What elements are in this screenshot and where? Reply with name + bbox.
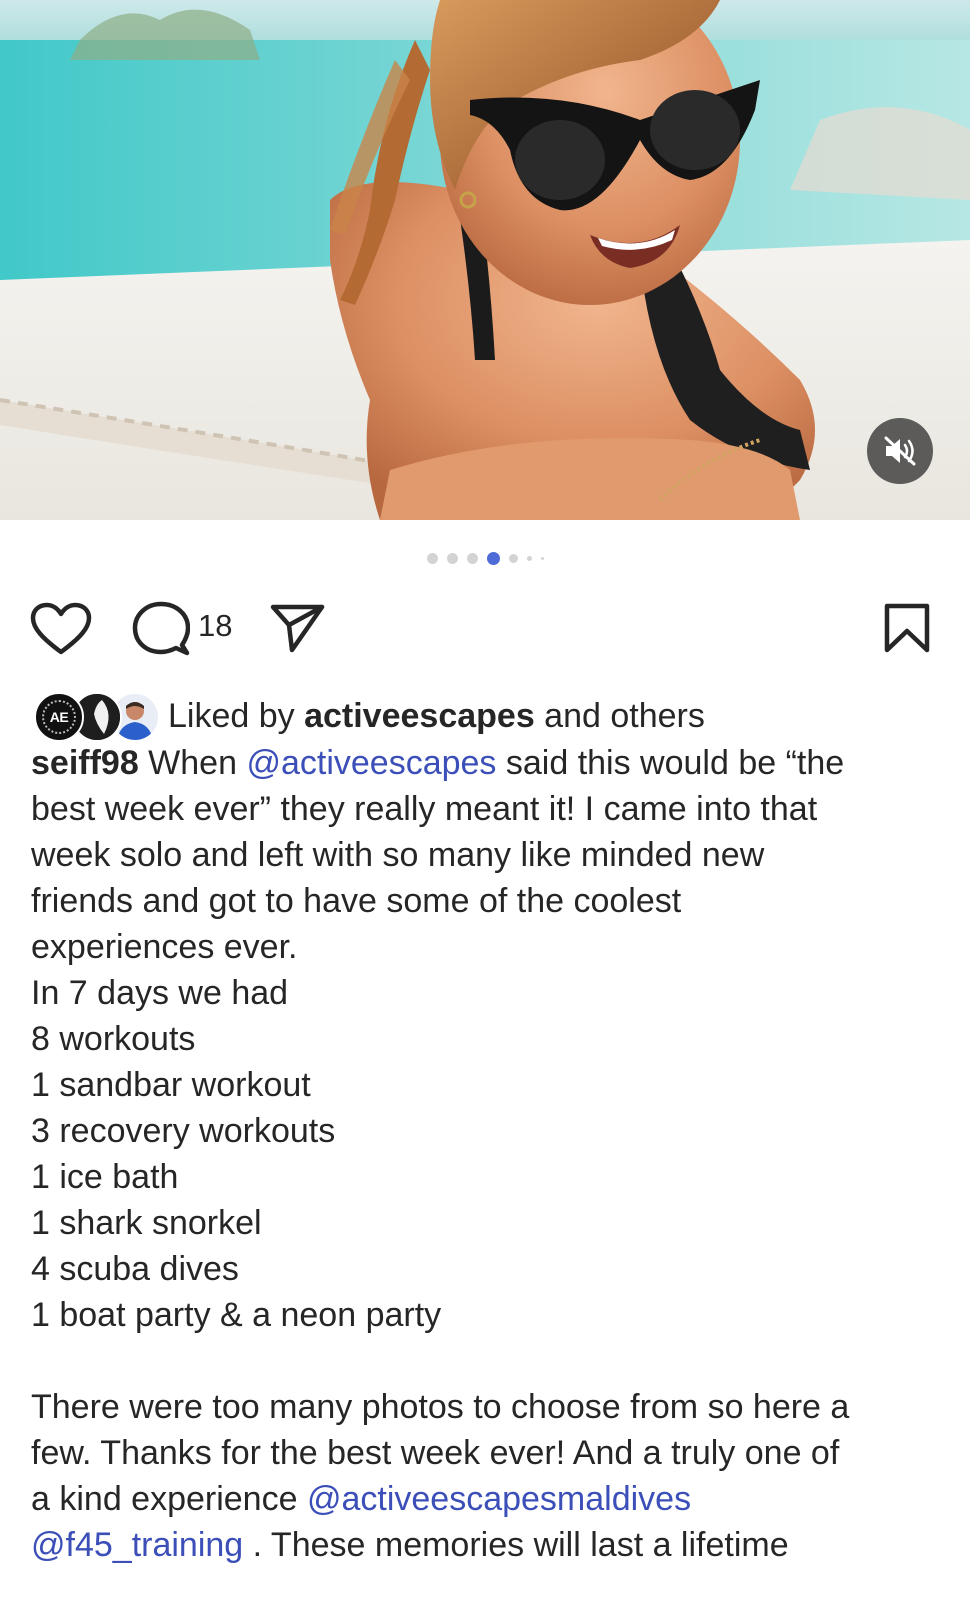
- avatar-initials: AE: [49, 709, 69, 725]
- carousel-dot: [466, 552, 478, 564]
- avatar-logo: AE: [42, 700, 76, 734]
- comment-count: 18: [198, 608, 233, 643]
- liker-avatars: AE: [34, 692, 160, 742]
- post-media[interactable]: [0, 0, 970, 520]
- comment-button[interactable]: 18: [132, 601, 232, 657]
- liked-by-suffix: and others: [534, 696, 705, 735]
- liked-by-prefix: Liked by: [168, 696, 305, 735]
- carousel-dot: [526, 555, 532, 561]
- post-caption: seiff98 When @activeescapes said this wo…: [31, 740, 946, 1568]
- heart-icon: [30, 602, 92, 655]
- caption-line: week solo and left with so many like min…: [31, 836, 765, 874]
- caption-line: There were too many photos to choose fro…: [31, 1388, 850, 1426]
- caption-line: friends and got to have some of the cool…: [31, 882, 682, 920]
- caption-line: In 7 days we had: [31, 974, 289, 1012]
- carousel-dot-active: [486, 551, 500, 565]
- comment-bubble-icon: [132, 601, 190, 656]
- mute-button[interactable]: [867, 418, 933, 484]
- caption-text: When: [138, 744, 247, 782]
- caption-text: . These memories will last a lifetime: [243, 1526, 789, 1564]
- speaker-muted-icon: [884, 436, 916, 466]
- post-action-bar: 18: [0, 595, 970, 665]
- caption-line: 1 sandbar workout: [31, 1066, 311, 1104]
- send-icon: [270, 604, 325, 653]
- caption-line: 1 shark snorkel: [31, 1204, 262, 1242]
- caption-line: 4 scuba dives: [31, 1250, 239, 1288]
- caption-line: 3 recovery workouts: [31, 1112, 336, 1150]
- mention-link[interactable]: @f45_training: [31, 1526, 243, 1564]
- carousel-dot: [508, 553, 518, 563]
- caption-line: 1 ice bath: [31, 1158, 179, 1196]
- caption-line: best week ever” they really meant it! I …: [31, 790, 818, 828]
- carousel-dot: [426, 552, 438, 564]
- post-photo: [0, 0, 970, 520]
- share-button[interactable]: [270, 603, 326, 653]
- caption-line: experiences ever.: [31, 928, 298, 966]
- caption-line: 8 workouts: [31, 1020, 196, 1058]
- save-button[interactable]: [884, 603, 930, 653]
- caption-text: a kind experience: [31, 1480, 307, 1518]
- caption-line: seiff98 When @activeescapes said this wo…: [31, 740, 946, 786]
- liked-by-text: Liked by activeescapes and others: [168, 697, 705, 736]
- liked-by-username[interactable]: activeescapes: [304, 697, 535, 735]
- caption-text: said this would be “the: [496, 744, 845, 782]
- avatar: AE: [34, 692, 84, 742]
- carousel-indicator: [0, 551, 970, 565]
- bookmark-icon: [884, 603, 930, 653]
- carousel-dot: [540, 556, 544, 560]
- liked-by-row[interactable]: AE Liked by activeescapes and others: [34, 692, 705, 742]
- carousel-dot: [446, 552, 458, 564]
- mention-link[interactable]: @activeescapes: [246, 744, 496, 782]
- mention-link[interactable]: @activeescapesmaldives: [307, 1480, 691, 1518]
- caption-username[interactable]: seiff98: [31, 744, 139, 782]
- caption-line: a kind experience @activeescapesmaldives: [31, 1476, 946, 1522]
- caption-line: few. Thanks for the best week ever! And …: [31, 1434, 840, 1472]
- caption-line: @f45_training . These memories will last…: [31, 1522, 946, 1568]
- caption-line: 1 boat party & a neon party: [31, 1296, 442, 1334]
- like-button[interactable]: [30, 602, 92, 656]
